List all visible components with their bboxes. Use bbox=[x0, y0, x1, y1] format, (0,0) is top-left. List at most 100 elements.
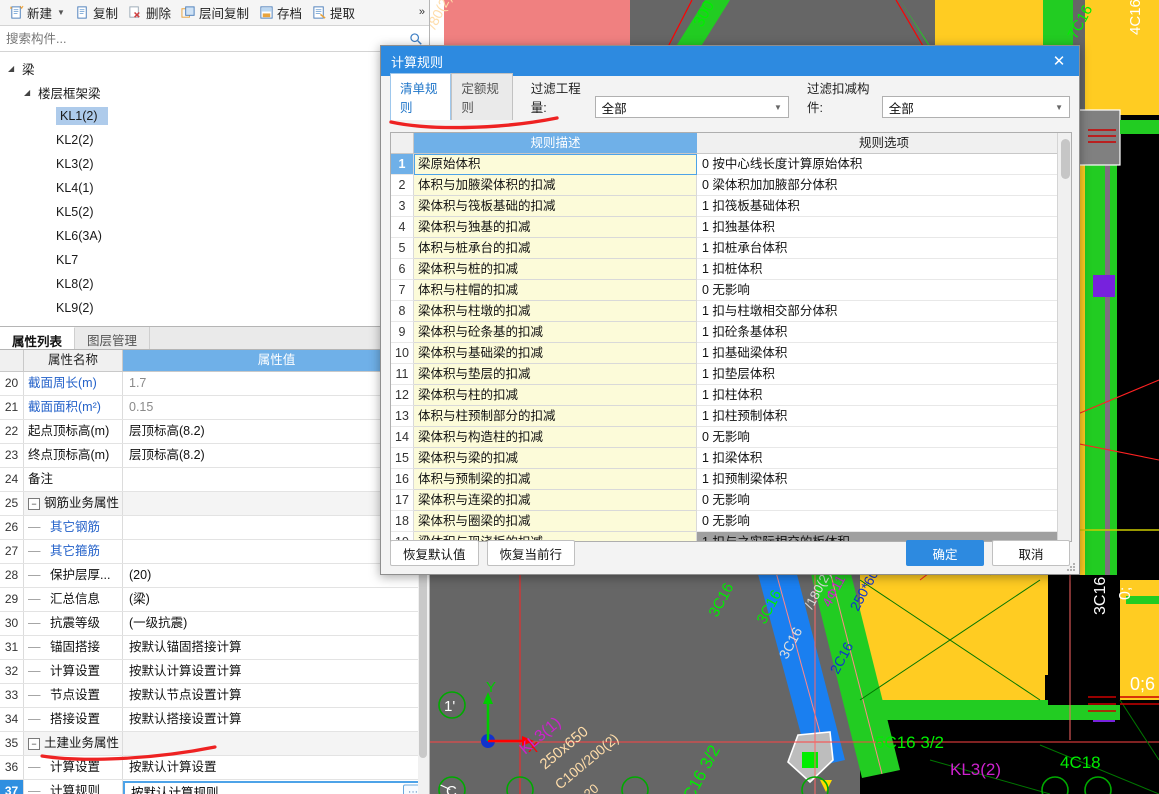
rule-description-cell[interactable]: 梁体积与圈梁的扣减 bbox=[414, 511, 697, 532]
rule-option-cell[interactable]: 0 无影响 bbox=[697, 280, 1071, 301]
property-row[interactable]: 30 — 抗震等级 (一级抗震) bbox=[0, 612, 429, 636]
rules-table-row[interactable]: 9 梁体积与砼条基的扣减 1 扣砼条基体积 bbox=[391, 322, 1071, 343]
filter-quantity-select[interactable]: 全部 ▼ bbox=[594, 96, 789, 118]
chevron-down-icon[interactable]: ▼ bbox=[1055, 103, 1063, 112]
rules-table-row[interactable]: 15 梁体积与梁的扣减 1 扣梁体积 bbox=[391, 448, 1071, 469]
rule-option-cell[interactable]: 0 无影响 bbox=[697, 511, 1071, 532]
tab-property-list[interactable]: 属性列表 bbox=[0, 327, 76, 349]
rules-table-row[interactable]: 11 梁体积与垫层的扣减 1 扣垫层体积 bbox=[391, 364, 1071, 385]
rule-option-cell[interactable]: 1 扣基础梁体积 bbox=[697, 343, 1071, 364]
property-row[interactable]: 21 截面面积(m²) 0.15 bbox=[0, 396, 429, 420]
ok-button[interactable]: 确定 bbox=[906, 540, 984, 566]
rule-description-cell[interactable]: 体积与柱预制部分的扣减 bbox=[414, 406, 697, 427]
rule-description-cell[interactable]: 体积与桩承台的扣减 bbox=[414, 238, 697, 259]
rule-description-cell[interactable]: 梁体积与基础梁的扣减 bbox=[414, 343, 697, 364]
tree-item-kl7[interactable]: KL7 bbox=[0, 248, 429, 272]
tree-item-kl2[interactable]: KL2(2) bbox=[0, 128, 429, 152]
rule-description-cell[interactable]: 梁体积与柱的扣减 bbox=[414, 385, 697, 406]
property-row[interactable]: 35− 土建业务属性 bbox=[0, 732, 429, 756]
toolbar-overflow-icon[interactable]: » bbox=[419, 6, 425, 18]
tab-quota-rules[interactable]: 定额规则 bbox=[451, 73, 513, 120]
rule-option-cell[interactable]: 1 扣筏板基础体积 bbox=[697, 196, 1071, 217]
rule-option-cell[interactable]: 1 扣与柱墩相交部分体积 bbox=[697, 301, 1071, 322]
rule-description-cell[interactable]: 梁体积与桩的扣减 bbox=[414, 259, 697, 280]
property-row[interactable]: 36 — 计算设置 按默认计算设置 bbox=[0, 756, 429, 780]
rule-option-cell[interactable]: 1 扣柱体积 bbox=[697, 385, 1071, 406]
tree-item-liang[interactable]: ◢ 梁 bbox=[0, 56, 429, 80]
rule-description-cell[interactable]: 梁体积与砼条基的扣减 bbox=[414, 322, 697, 343]
close-icon[interactable]: ✕ bbox=[1049, 52, 1069, 70]
tab-list-rules[interactable]: 清单规则 bbox=[390, 73, 452, 120]
rules-table-scrollbar-thumb[interactable] bbox=[1061, 139, 1070, 179]
rule-description-cell[interactable]: 梁体积与构造柱的扣减 bbox=[414, 427, 697, 448]
rules-table-row[interactable]: 4 梁体积与独基的扣减 1 扣独基体积 bbox=[391, 217, 1071, 238]
restore-default-button[interactable]: 恢复默认值 bbox=[390, 540, 479, 566]
rule-description-cell[interactable]: 体积与柱帽的扣减 bbox=[414, 280, 697, 301]
tree-item-kl8[interactable]: KL8(2) bbox=[0, 272, 429, 296]
rule-description-cell[interactable]: 梁体积与筏板基础的扣减 bbox=[414, 196, 697, 217]
search-icon[interactable] bbox=[409, 32, 423, 46]
property-row[interactable]: 28— 保护层厚... (20) bbox=[0, 564, 429, 588]
rule-option-cell[interactable]: 1 扣桩承台体积 bbox=[697, 238, 1071, 259]
tree-item-kl1[interactable]: KL1(2) bbox=[0, 104, 429, 128]
search-input[interactable] bbox=[6, 31, 409, 46]
extract-button[interactable]: 提取 bbox=[307, 1, 360, 24]
rule-option-cell[interactable]: 1 扣垫层体积 bbox=[697, 364, 1071, 385]
tree-item-kl6[interactable]: KL6(3A) bbox=[0, 224, 429, 248]
archive-button[interactable]: 存档 bbox=[254, 1, 307, 24]
tab-layer-management[interactable]: 图层管理 bbox=[75, 327, 151, 349]
rule-description-cell[interactable]: 梁体积与柱墩的扣减 bbox=[414, 301, 697, 322]
tree-item-kl5[interactable]: KL5(2) bbox=[0, 200, 429, 224]
rules-table-row[interactable]: 12 梁体积与柱的扣减 1 扣柱体积 bbox=[391, 385, 1071, 406]
property-row[interactable]: 27 — 其它箍筋 bbox=[0, 540, 429, 564]
rules-table-row[interactable]: 10 梁体积与基础梁的扣减 1 扣基础梁体积 bbox=[391, 343, 1071, 364]
property-value-editor[interactable]: 按默认计算规则 ··· bbox=[123, 781, 428, 794]
rule-option-cell[interactable]: 1 扣砼条基体积 bbox=[697, 322, 1071, 343]
rule-description-cell[interactable]: 梁体积与垫层的扣减 bbox=[414, 364, 697, 385]
rule-option-cell[interactable]: 0 按中心线长度计算原始体积 bbox=[697, 154, 1071, 175]
rule-description-cell[interactable]: 梁体积与连梁的扣减 bbox=[414, 490, 697, 511]
rules-table-row[interactable]: 8 梁体积与柱墩的扣减 1 扣与柱墩相交部分体积 bbox=[391, 301, 1071, 322]
rule-option-cell[interactable]: 0 无影响 bbox=[697, 490, 1071, 511]
rule-description-cell[interactable]: 梁体积与独基的扣减 bbox=[414, 217, 697, 238]
new-button[interactable]: 新建 ▼ bbox=[4, 1, 70, 24]
rule-option-cell[interactable]: 1 扣梁体积 bbox=[697, 448, 1071, 469]
rules-table-row[interactable]: 14 梁体积与构造柱的扣减 0 无影响 bbox=[391, 427, 1071, 448]
rule-option-cell[interactable]: 1 扣桩体积 bbox=[697, 259, 1071, 280]
rules-table-row[interactable]: 7 体积与柱帽的扣减 0 无影响 bbox=[391, 280, 1071, 301]
rules-table-row[interactable]: 17 梁体积与连梁的扣减 0 无影响 bbox=[391, 490, 1071, 511]
property-row[interactable]: 20 截面周长(m) 1.7 bbox=[0, 372, 429, 396]
rules-table-row[interactable]: 5 体积与桩承台的扣减 1 扣桩承台体积 bbox=[391, 238, 1071, 259]
property-scrollbar-thumb[interactable] bbox=[419, 558, 427, 758]
rule-description-cell[interactable]: 梁体积与梁的扣减 bbox=[414, 448, 697, 469]
rule-option-cell[interactable]: 0 无影响 bbox=[697, 427, 1071, 448]
rules-table-body[interactable]: 1 梁原始体积 0 按中心线长度计算原始体积 2 体积与加腋梁体积的扣减 0 梁体积加加腋… bbox=[391, 154, 1071, 541]
rules-table-row[interactable]: 18 梁体积与圈梁的扣减 0 无影响 bbox=[391, 511, 1071, 532]
property-row[interactable]: 22 起点顶标高(m) 层顶标高(8.2) bbox=[0, 420, 429, 444]
chevron-down-icon[interactable]: ▼ bbox=[774, 103, 782, 112]
copy-button[interactable]: 复制 bbox=[70, 1, 123, 24]
property-row[interactable]: 32 — 计算设置 按默认计算设置计算 bbox=[0, 660, 429, 684]
rule-option-cell[interactable]: 0 梁体积加加腋部分体积 bbox=[697, 175, 1071, 196]
component-tree[interactable]: ◢ 梁 ◢ 楼层框架梁 KL1(2) KL2(2) KL3(2) KL4(1) … bbox=[0, 52, 429, 326]
filter-deduct-select[interactable]: 全部 ▼ bbox=[881, 96, 1070, 118]
property-row[interactable]: 31 — 锚固搭接 按默认锚固搭接计算 bbox=[0, 636, 429, 660]
rule-description-cell[interactable]: 梁原始体积 bbox=[414, 154, 697, 175]
rule-option-cell[interactable]: 1 扣预制梁体积 bbox=[697, 469, 1071, 490]
rules-table-row[interactable]: 13 体积与柱预制部分的扣减 1 扣柱预制体积 bbox=[391, 406, 1071, 427]
property-row[interactable]: 37 — 计算规则 按默认计算规则 ··· bbox=[0, 780, 429, 794]
property-row[interactable]: 29 — 汇总信息 (梁) bbox=[0, 588, 429, 612]
chevron-down-icon[interactable]: ▼ bbox=[57, 8, 65, 17]
property-row[interactable]: 24 备注 bbox=[0, 468, 429, 492]
tree-item-kl9[interactable]: KL9(2) bbox=[0, 296, 429, 320]
tree-item-frame-beam[interactable]: ◢ 楼层框架梁 bbox=[0, 80, 429, 104]
triangle-expanded-icon[interactable]: ◢ bbox=[24, 88, 34, 97]
restore-current-row-button[interactable]: 恢复当前行 bbox=[486, 540, 576, 566]
rules-table-row[interactable]: 1 梁原始体积 0 按中心线长度计算原始体积 bbox=[391, 154, 1071, 175]
tree-item-kl3[interactable]: KL3(2) bbox=[0, 152, 429, 176]
tree-item-kl4[interactable]: KL4(1) bbox=[0, 176, 429, 200]
rule-option-cell[interactable]: 1 扣柱预制体积 bbox=[697, 406, 1071, 427]
delete-button[interactable]: 删除 bbox=[123, 1, 176, 24]
collapse-icon[interactable]: − bbox=[28, 497, 40, 510]
rules-table-row[interactable]: 16 体积与预制梁的扣减 1 扣预制梁体积 bbox=[391, 469, 1071, 490]
